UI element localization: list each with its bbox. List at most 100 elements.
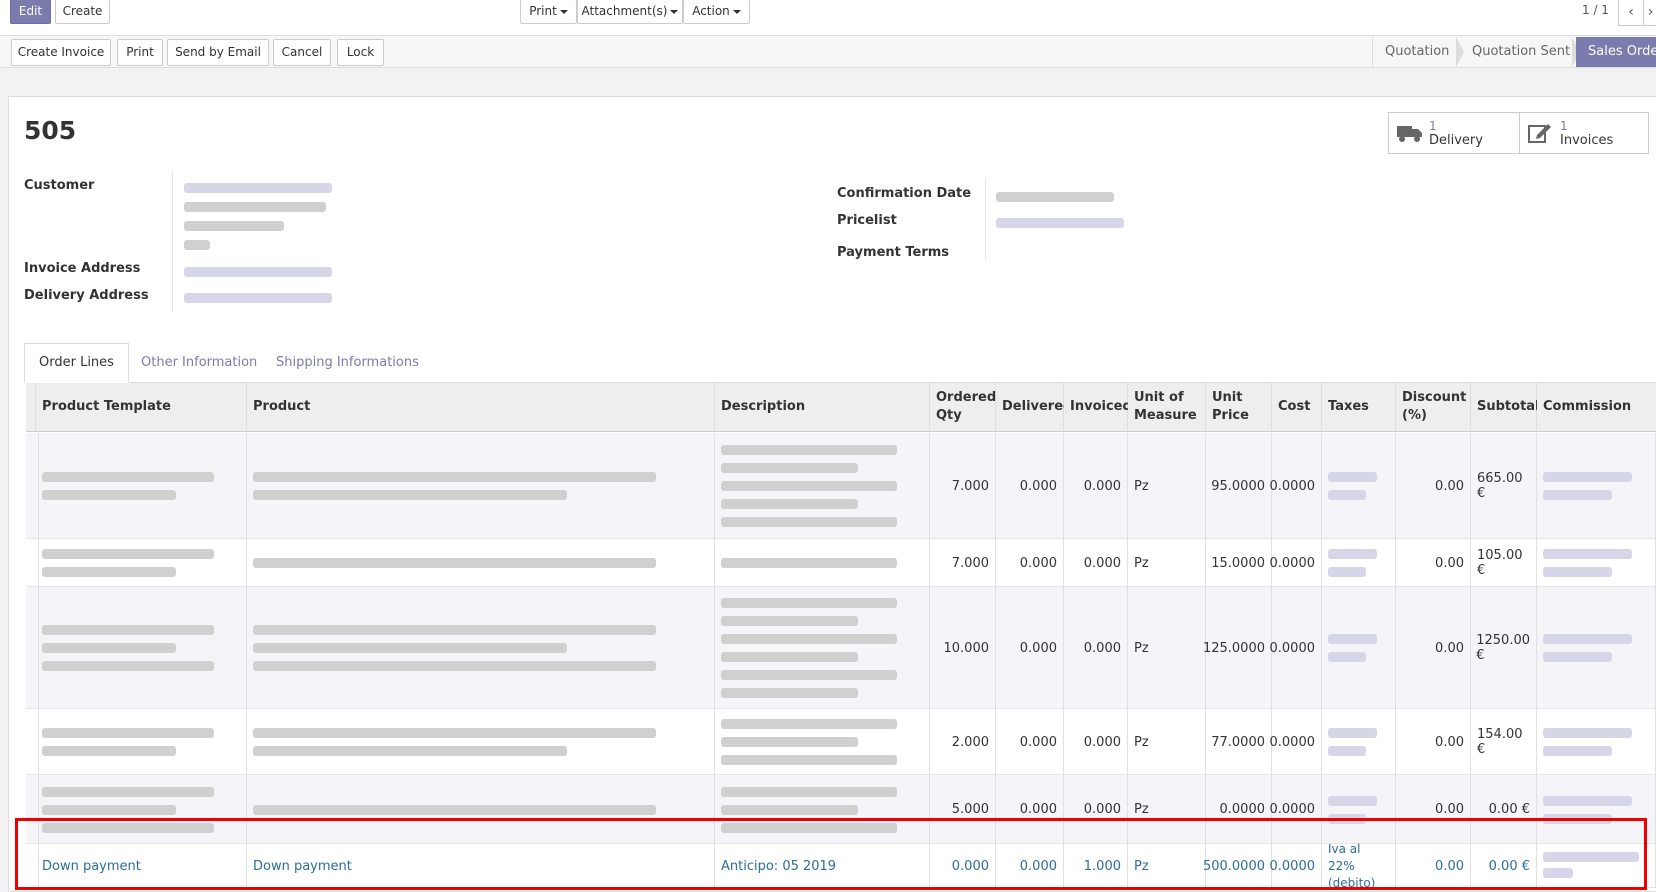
tab-other-information[interactable]: Other Information xyxy=(127,344,271,382)
cell-unit-price[interactable]: 77.0000 xyxy=(1206,709,1272,775)
cell-commission[interactable] xyxy=(1537,775,1656,844)
cell-invoiced[interactable]: 0.000 xyxy=(1064,539,1128,587)
cell-description[interactable] xyxy=(715,539,930,587)
cell-cost[interactable]: 0.0000 xyxy=(1270,709,1322,775)
cell-commission[interactable] xyxy=(1537,844,1656,888)
table-row[interactable]: 7.000 0.000 0.000 Pz 95.0000 0.0000 0.00 665.00… xyxy=(26,433,1656,539)
cell-ordered-qty[interactable]: 10.000 xyxy=(930,587,996,709)
header-invoiced[interactable]: Invoiced xyxy=(1064,383,1132,432)
cell-taxes[interactable] xyxy=(1322,775,1396,844)
table-row[interactable]: 5.000 0.000 0.000 Pz 0.0000 0.0000 0.00 0.00 € xyxy=(26,775,1656,844)
cell-unit-price[interactable]: 0.0000 xyxy=(1206,775,1272,844)
cell-description[interactable] xyxy=(715,433,930,539)
cell-product[interactable] xyxy=(247,539,715,587)
print-dropdown[interactable]: Print xyxy=(520,0,577,24)
stage-quotation-sent[interactable]: Quotation Sent xyxy=(1460,37,1580,67)
cell-product[interactable] xyxy=(247,775,715,844)
table-row[interactable]: 7.000 0.000 0.000 Pz 15.0000 0.0000 0.00 105.00… xyxy=(26,539,1656,587)
cell-invoiced[interactable]: 1.000 xyxy=(1064,844,1128,888)
cell-product-template[interactable] xyxy=(36,775,247,844)
cell-unit-price[interactable]: 95.0000 xyxy=(1206,433,1272,539)
cell-subtotal[interactable]: 0.00 € xyxy=(1471,844,1537,888)
invoices-smart-button[interactable]: 1 Invoices xyxy=(1519,112,1649,154)
cell-delivered[interactable]: 0.000 xyxy=(996,433,1064,539)
down-payment-row[interactable]: Down payment Down payment Anticipo: 05 201… xyxy=(26,842,1656,890)
cell-cost[interactable]: 0.0000 xyxy=(1270,844,1322,888)
header-subtotal[interactable]: Subtotal xyxy=(1471,383,1540,432)
cell-delivered[interactable]: 0.000 xyxy=(996,775,1064,844)
cell-unit-price[interactable]: 125.0000 xyxy=(1203,587,1272,709)
pager-previous-icon[interactable]: ‹ xyxy=(1618,0,1644,26)
header-ordered-qty[interactable]: Ordered Qty xyxy=(930,383,996,432)
pager-next-icon[interactable]: › xyxy=(1643,0,1656,26)
cell-unit-price[interactable]: 15.0000 xyxy=(1206,539,1272,587)
cell-subtotal[interactable]: 105.00 € xyxy=(1471,539,1537,587)
cell-description[interactable]: Anticipo: 05 2019 xyxy=(715,844,930,888)
cell-subtotal[interactable]: 0.00 € xyxy=(1471,775,1537,844)
header-discount[interactable]: Discount (%) xyxy=(1396,383,1471,432)
delivery-smart-button[interactable]: 1 Delivery xyxy=(1388,112,1520,154)
header-product[interactable]: Product xyxy=(247,383,715,432)
cell-ordered-qty[interactable]: 2.000 xyxy=(930,709,996,775)
pricelist-value[interactable] xyxy=(996,218,1124,228)
cancel-button[interactable]: Cancel xyxy=(273,39,331,66)
create-button[interactable]: Create xyxy=(55,0,110,24)
tab-order-lines[interactable]: Order Lines xyxy=(24,343,129,383)
cell-product-template[interactable] xyxy=(36,709,247,775)
cell-product[interactable]: Down payment xyxy=(247,844,715,888)
cell-ordered-qty[interactable]: 7.000 xyxy=(930,539,996,587)
cell-product-template[interactable] xyxy=(36,433,247,539)
cell-commission[interactable] xyxy=(1537,433,1656,539)
cell-discount[interactable]: 0.00 xyxy=(1396,587,1471,709)
send-by-email-button[interactable]: Send by Email xyxy=(167,39,269,66)
table-row[interactable]: 10.000 0.000 0.000 Pz 125.0000 0.0000 0.00 1250… xyxy=(26,587,1656,709)
cell-unit-price[interactable]: 500.0000 xyxy=(1203,844,1272,888)
cell-commission[interactable] xyxy=(1537,587,1656,709)
action-dropdown[interactable]: Action xyxy=(683,0,750,24)
cell-taxes[interactable] xyxy=(1322,539,1396,587)
cell-subtotal[interactable]: 1250.00 € xyxy=(1471,587,1537,709)
cell-delivered[interactable]: 0.000 xyxy=(996,709,1064,775)
invoice-address-value[interactable] xyxy=(184,267,332,277)
cell-commission[interactable] xyxy=(1537,709,1656,775)
cell-uom[interactable]: Pz xyxy=(1128,433,1206,539)
header-cost[interactable]: Cost xyxy=(1272,383,1322,432)
cell-discount[interactable]: 0.00 xyxy=(1396,844,1471,888)
cell-cost[interactable]: 0.0000 xyxy=(1270,775,1322,844)
header-commission[interactable]: Commission xyxy=(1537,383,1656,432)
cell-product[interactable] xyxy=(247,433,715,539)
stage-sales-order[interactable]: Sales Orde xyxy=(1576,37,1656,67)
print-button[interactable]: Print xyxy=(117,39,163,66)
cell-description[interactable] xyxy=(715,709,930,775)
cell-cost[interactable]: 0.0000 xyxy=(1270,539,1322,587)
cell-uom[interactable]: Pz xyxy=(1128,775,1206,844)
cell-uom[interactable]: Pz xyxy=(1128,587,1206,709)
header-unit-price[interactable]: Unit Price xyxy=(1206,383,1272,432)
cell-ordered-qty[interactable]: 0.000 xyxy=(930,844,996,888)
cell-delivered[interactable]: 0.000 xyxy=(996,539,1064,587)
cell-delivered[interactable]: 0.000 xyxy=(996,844,1064,888)
header-unit-of-measure[interactable]: Unit of Measure xyxy=(1128,383,1206,432)
header-taxes[interactable]: Taxes xyxy=(1322,383,1396,432)
cell-invoiced[interactable]: 0.000 xyxy=(1064,433,1128,539)
cell-ordered-qty[interactable]: 7.000 xyxy=(930,433,996,539)
cell-subtotal[interactable]: 154.00 € xyxy=(1471,709,1537,775)
lock-button[interactable]: Lock xyxy=(337,39,384,66)
tab-shipping-informations[interactable]: Shipping Informations xyxy=(262,344,433,382)
cell-product-template[interactable] xyxy=(36,539,247,587)
header-description[interactable]: Description xyxy=(715,383,930,432)
cell-cost[interactable]: 0.0000 xyxy=(1270,433,1322,539)
cell-product[interactable] xyxy=(247,709,715,775)
cell-product[interactable] xyxy=(247,587,715,709)
create-invoice-button[interactable]: Create Invoice xyxy=(11,39,111,66)
cell-description[interactable] xyxy=(715,775,930,844)
cell-invoiced[interactable]: 0.000 xyxy=(1064,775,1128,844)
cell-uom[interactable]: Pz xyxy=(1128,539,1206,587)
cell-description[interactable] xyxy=(715,587,930,709)
cell-taxes[interactable] xyxy=(1322,587,1396,709)
cell-taxes[interactable] xyxy=(1322,709,1396,775)
cell-cost[interactable]: 0.0000 xyxy=(1270,587,1322,709)
cell-discount[interactable]: 0.00 xyxy=(1396,775,1471,844)
cell-uom[interactable]: Pz xyxy=(1128,844,1206,888)
cell-subtotal[interactable]: 665.00 € xyxy=(1471,433,1537,539)
